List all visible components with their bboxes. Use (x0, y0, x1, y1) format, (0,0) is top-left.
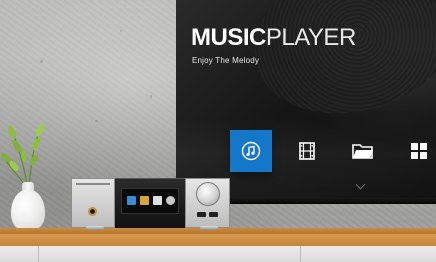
menu-item-video[interactable] (286, 130, 328, 172)
wall-texture (95, 120, 98, 122)
device-display-icon (140, 196, 149, 205)
menu-item-files[interactable] (342, 130, 384, 172)
folder-icon (352, 144, 373, 159)
white-vase (11, 190, 45, 230)
wall-texture (40, 60, 43, 63)
menu-item-music[interactable] (230, 130, 272, 172)
film-icon (299, 142, 315, 160)
usb-port (209, 212, 218, 217)
volume-knob (196, 182, 220, 206)
headphone-jack (88, 207, 97, 216)
wall-texture (150, 95, 152, 98)
cabinet-divider (38, 246, 39, 262)
usb-port (197, 212, 206, 217)
device-foot (86, 226, 104, 230)
app-title-light: PLAYER (265, 24, 356, 51)
device-brand-strip (76, 183, 110, 185)
device-display-icon (127, 196, 136, 205)
cabinet-divider (300, 246, 301, 262)
app-title-bold: MUSIC (191, 24, 266, 51)
app-subtitle: Enjoy The Melody (192, 56, 260, 65)
white-cabinet (0, 246, 436, 262)
menu-item-apps[interactable] (398, 130, 436, 172)
music-note-icon (241, 141, 261, 161)
photo-scene: MUSICPLAYER Enjoy The Melody (0, 0, 436, 262)
device-left-panel (71, 178, 115, 228)
grid-apps-icon (411, 143, 427, 159)
device-display-icon (166, 196, 175, 205)
device-foot (200, 226, 218, 230)
device-display-icon (153, 196, 162, 205)
wall-texture (120, 30, 122, 32)
app-title: MUSICPLAYER (191, 26, 356, 50)
